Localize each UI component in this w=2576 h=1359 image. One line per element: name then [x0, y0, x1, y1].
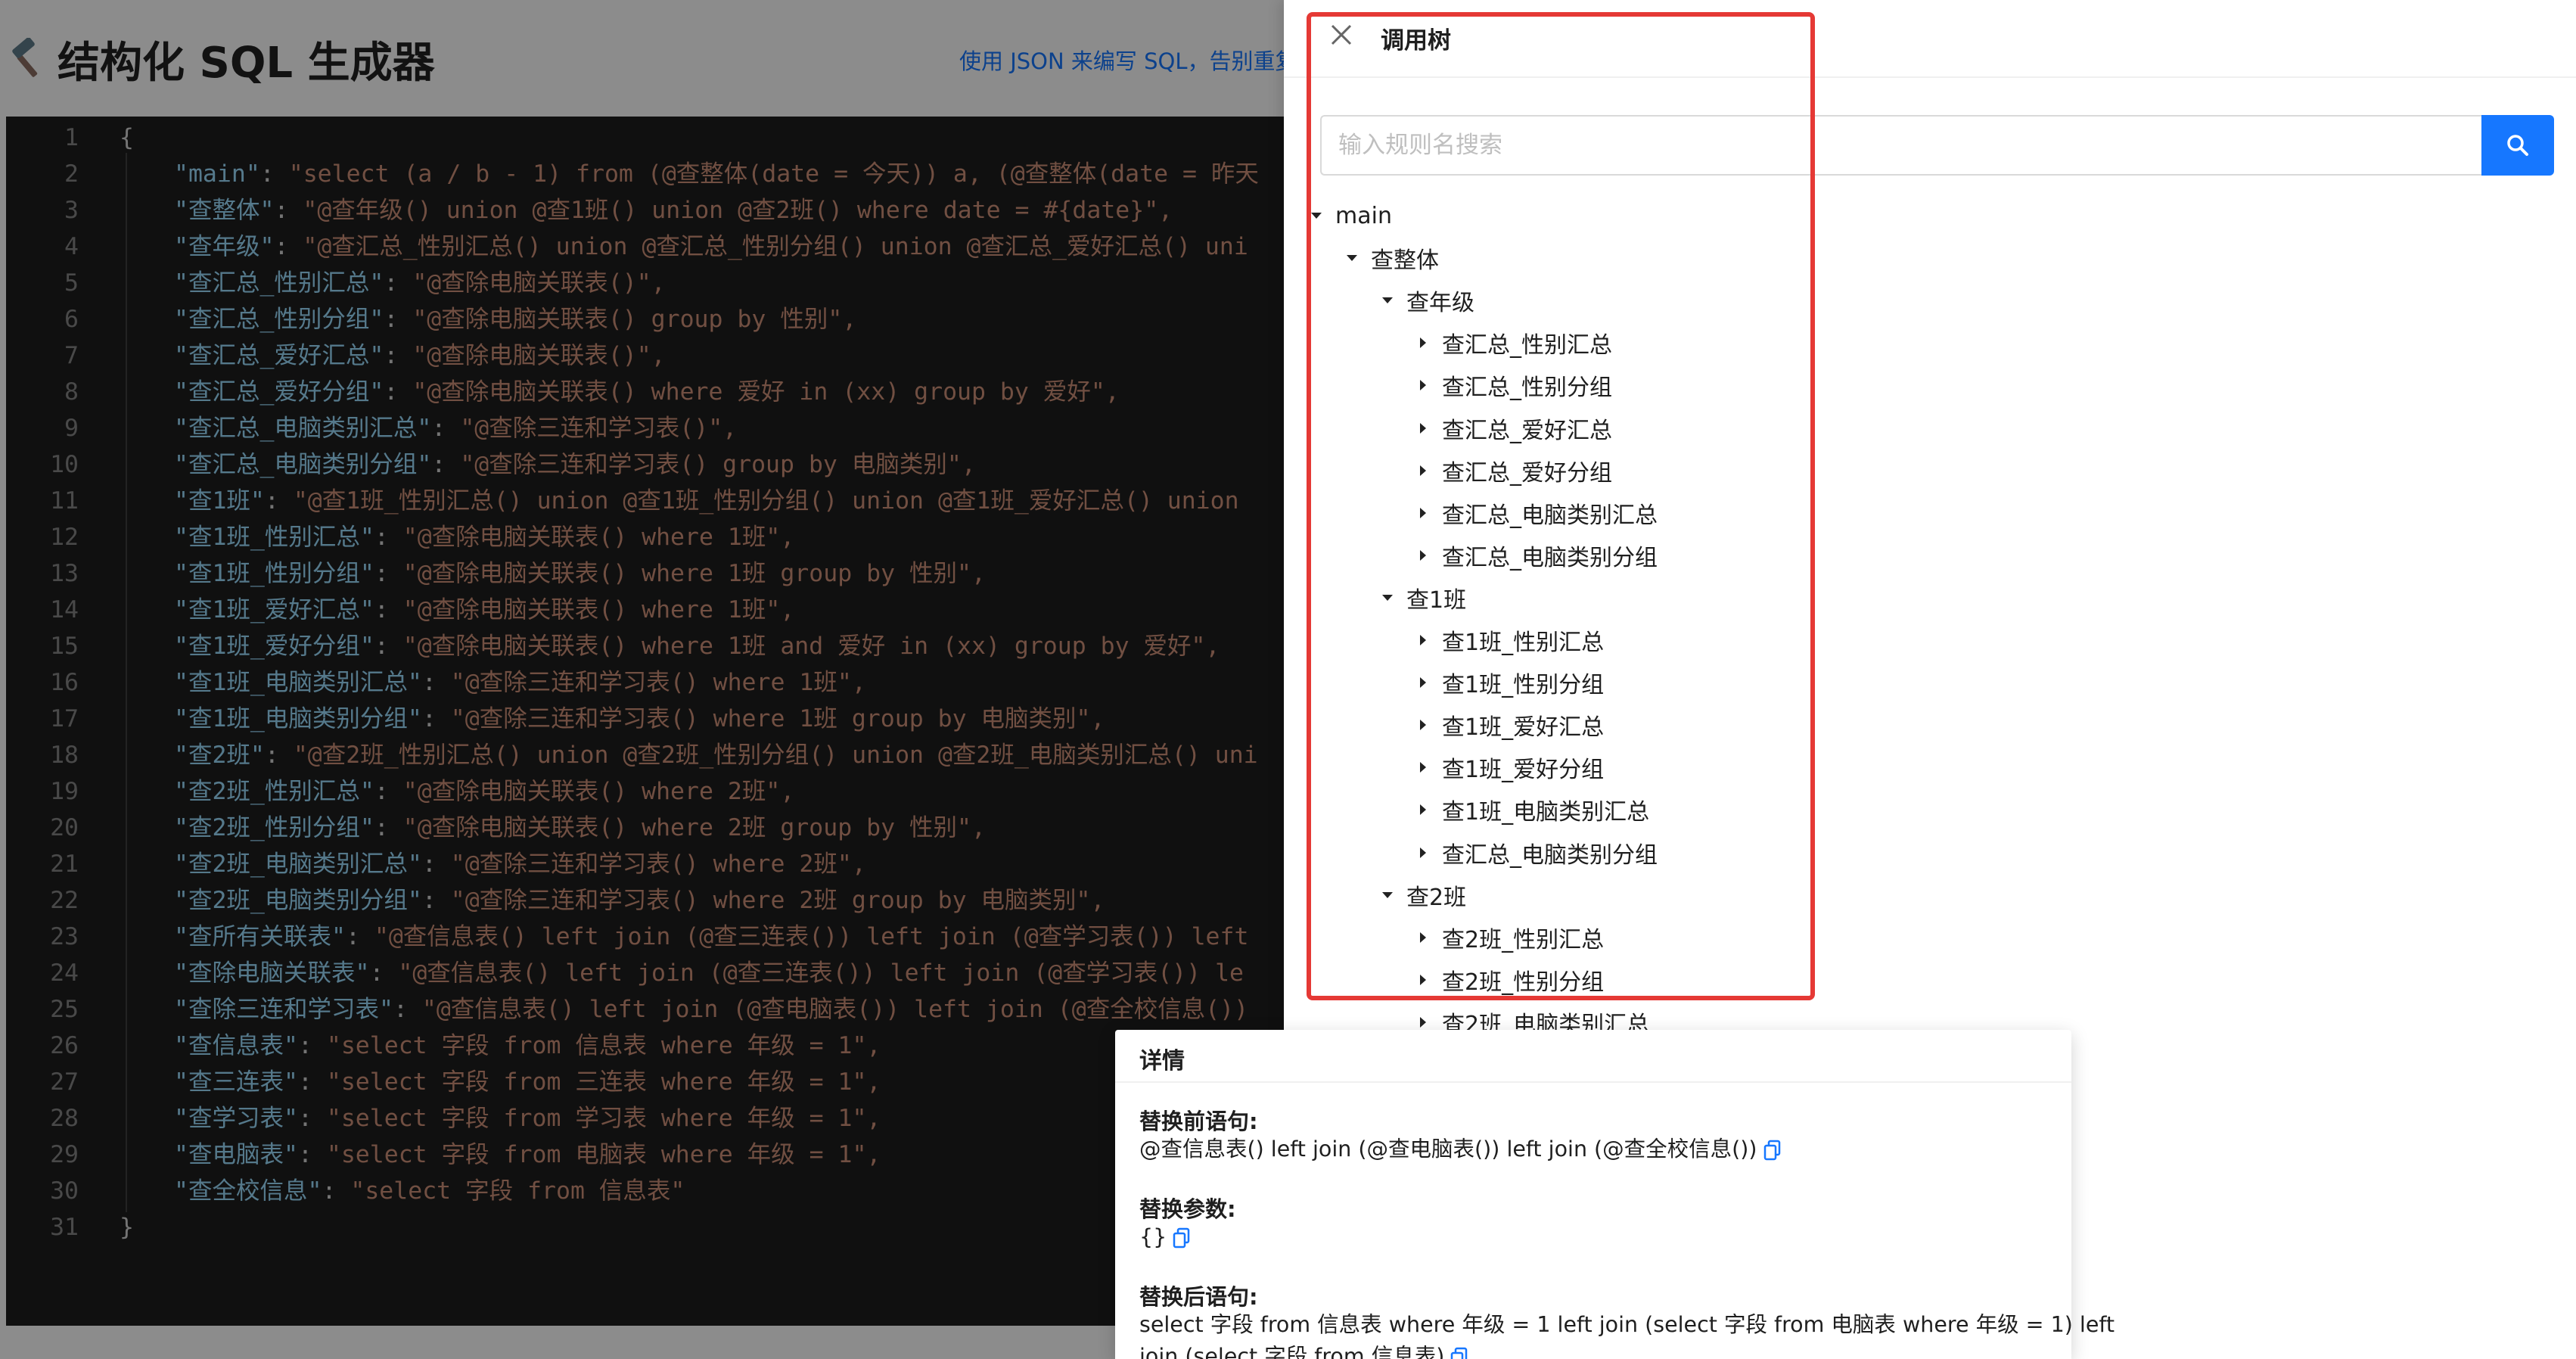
- caret-down-icon[interactable]: [1341, 247, 1363, 269]
- tree-node[interactable]: 查1班_性别汇总: [1412, 621, 1604, 659]
- call-tree: main 查整体查年级查汇总_性别汇总 查汇总_性别分组 查汇总_爱好汇总 查汇总_爱好…: [1284, 197, 2576, 1038]
- after-label: 替换后语句:: [1139, 1284, 1258, 1310]
- close-icon[interactable]: [1329, 23, 1353, 47]
- caret-right-icon[interactable]: [1412, 544, 1434, 567]
- tree-node[interactable]: 查汇总_性别汇总: [1412, 324, 1612, 362]
- tree-node-label: 查整体: [1371, 247, 1439, 275]
- detail-title: 详情: [1139, 1048, 1185, 1074]
- tree-node[interactable]: 查1班_性别分组: [1412, 664, 1604, 701]
- before-label: 替换前语句:: [1139, 1109, 1258, 1134]
- params-label: 替换参数:: [1139, 1196, 1236, 1222]
- tree-node[interactable]: 查1班_电脑类别汇总: [1412, 791, 1649, 829]
- detail-header: 详情: [1115, 1030, 2071, 1083]
- tree-node[interactable]: 查整体: [1341, 239, 1439, 277]
- before-value-row: @查信息表() left join (@查电脑表()) left join (@…: [1139, 1134, 1782, 1165]
- caret-right-icon[interactable]: [1412, 798, 1434, 821]
- tree-node[interactable]: 查1班_爱好分组: [1412, 748, 1604, 786]
- tree-node-label: 查汇总_爱好汇总: [1442, 417, 1612, 444]
- tree-node[interactable]: 查汇总_性别分组: [1412, 366, 1612, 404]
- tree-node-label: 查2班: [1406, 884, 1467, 911]
- tree-node[interactable]: 查汇总_爱好汇总: [1412, 409, 1612, 447]
- tree-node[interactable]: 查年级: [1376, 281, 1474, 319]
- tree-node[interactable]: 查1班_爱好汇总: [1412, 706, 1604, 744]
- caret-right-icon[interactable]: [1412, 841, 1434, 864]
- drawer-title: 调用树: [1381, 27, 1451, 54]
- tree-node-label: main: [1335, 202, 1392, 229]
- caret-right-icon[interactable]: [1412, 629, 1434, 652]
- caret-down-icon[interactable]: [1376, 884, 1399, 907]
- tree-node-label: 查年级: [1406, 290, 1474, 317]
- caret-right-icon[interactable]: [1412, 459, 1434, 482]
- after-value-row: join (select 字段 from 信息表): [1139, 1341, 1468, 1359]
- tree-node-label: 查汇总_爱好分组: [1442, 459, 1612, 487]
- search-button[interactable]: [2481, 115, 2554, 176]
- caret-right-icon[interactable]: [1412, 969, 1434, 991]
- tree-node[interactable]: 查汇总_电脑类别分组: [1412, 834, 1658, 872]
- tree-node-label: 查1班: [1406, 586, 1467, 614]
- detail-panel: 详情 替换前语句: @查信息表() left join (@查电脑表()) le…: [1115, 1030, 2115, 1359]
- copy-icon[interactable]: [1450, 1347, 1468, 1359]
- caret-down-icon[interactable]: [1376, 586, 1399, 609]
- caret-right-icon[interactable]: [1412, 374, 1434, 397]
- copy-icon[interactable]: [1173, 1227, 1191, 1249]
- params-value-row: {}: [1139, 1221, 1191, 1253]
- search-icon: [2507, 135, 2528, 156]
- tree-node-label: 查汇总_性别汇总: [1442, 332, 1612, 359]
- caret-right-icon[interactable]: [1412, 756, 1434, 779]
- tree-node-label: 查汇总_性别分组: [1442, 375, 1612, 402]
- params-value: {}: [1139, 1224, 1167, 1249]
- tree-node-label: 查汇总_电脑类别分组: [1442, 544, 1658, 571]
- caret-right-icon[interactable]: [1412, 502, 1434, 524]
- caret-right-icon[interactable]: [1412, 417, 1434, 440]
- tree-node[interactable]: 查2班_性别分组: [1412, 961, 1604, 999]
- tree-node-label: 查1班_爱好分组: [1442, 757, 1605, 784]
- caret-right-icon[interactable]: [1412, 714, 1434, 736]
- tree-node-label: 查1班_性别分组: [1442, 672, 1605, 699]
- tree-node[interactable]: 查2班_性别汇总: [1412, 919, 1604, 956]
- tree-node[interactable]: 查1班: [1376, 579, 1466, 617]
- tree-node-label: 查2班_性别分组: [1442, 969, 1605, 996]
- drawer-header: 调用树: [1284, 0, 2576, 78]
- rule-search-input[interactable]: [1320, 115, 2484, 176]
- tree-node-label: 查汇总_电脑类别汇总: [1442, 502, 1658, 529]
- caret-down-icon[interactable]: [1305, 204, 1328, 227]
- tree-node-label: 查1班_电脑类别汇总: [1442, 799, 1650, 826]
- tree-node[interactable]: main: [1305, 197, 1392, 235]
- caret-right-icon[interactable]: [1412, 926, 1434, 949]
- tree-node-label: 查1班_爱好汇总: [1442, 714, 1605, 742]
- tree-node[interactable]: 查汇总_电脑类别汇总: [1412, 494, 1658, 532]
- tree-node-label: 查2班_性别汇总: [1442, 926, 1605, 953]
- copy-icon[interactable]: [1763, 1140, 1782, 1161]
- before-value: @查信息表() left join (@查电脑表()) left join (@…: [1139, 1137, 1757, 1162]
- after-value-line2: join (select 字段 from 信息表): [1139, 1344, 1445, 1359]
- caret-down-icon[interactable]: [1376, 289, 1399, 312]
- tree-node[interactable]: 查汇总_爱好分组: [1412, 452, 1612, 490]
- tree-node[interactable]: 查汇总_电脑类别分组: [1412, 536, 1658, 574]
- after-value-line1: select 字段 from 信息表 where 年级 = 1 left joi…: [1139, 1312, 2115, 1337]
- tree-node-label: 查汇总_电脑类别分组: [1442, 841, 1658, 869]
- caret-right-icon[interactable]: [1412, 331, 1434, 354]
- tree-node-label: 查1班_性别汇总: [1442, 630, 1605, 656]
- caret-right-icon[interactable]: [1412, 671, 1434, 694]
- tree-node[interactable]: 查2班: [1376, 876, 1466, 914]
